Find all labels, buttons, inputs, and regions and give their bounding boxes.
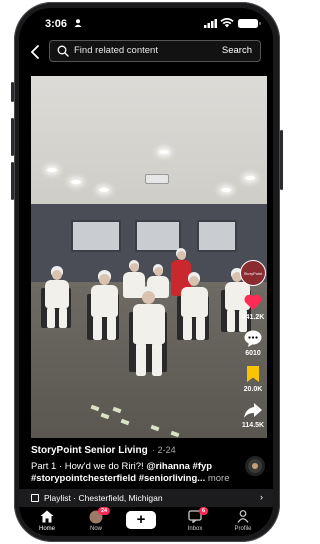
- author-name[interactable]: StoryPoint Senior Living: [31, 445, 148, 456]
- share-count: 114.5K: [241, 422, 265, 429]
- wifi-icon: [220, 18, 234, 28]
- like-count: 441.2K: [241, 314, 265, 321]
- heart-icon[interactable]: [243, 292, 263, 312]
- caption-tags-2[interactable]: #storypointchesterfield #seniorliving...: [31, 473, 205, 484]
- creator-avatar-text: StoryPoint: [243, 271, 263, 276]
- power-button: [280, 130, 283, 190]
- nav-home-label: Home: [38, 526, 55, 532]
- caption-line1: Part 1 · How'd we do Riri?!: [31, 461, 147, 472]
- bookmark-icon[interactable]: [243, 364, 263, 384]
- wall-window: [135, 220, 181, 252]
- phone-screen: 3:06 Find related content Search StoryPo…: [19, 8, 273, 536]
- comment-count: 6010: [245, 350, 261, 357]
- nav-now-label: Now: [89, 526, 102, 532]
- ceiling-light: [221, 188, 231, 192]
- creator-avatar[interactable]: StoryPoint: [240, 260, 266, 286]
- music-disc-icon[interactable]: [245, 456, 265, 476]
- ceiling-light: [159, 150, 169, 154]
- person-icon: [74, 19, 82, 27]
- video-ceiling: [31, 76, 267, 204]
- volume-up-button: [11, 118, 14, 156]
- status-bar: 3:06: [19, 8, 273, 36]
- search-placeholder: Find related content: [74, 45, 158, 56]
- caption-header: StoryPoint Senior Living · 2-24: [31, 440, 241, 458]
- search-icon: [57, 45, 69, 57]
- caption-tags-1[interactable]: @rihanna #fyp: [146, 461, 212, 472]
- bottom-nav: Home 24 Now + 6 Inbox Profile: [19, 507, 273, 536]
- nav-inbox-label: Inbox: [187, 526, 203, 532]
- video-player[interactable]: [31, 76, 267, 438]
- wall-window: [71, 220, 121, 252]
- video-caption: StoryPoint Senior Living · 2-24 Part 1 ·…: [31, 440, 241, 485]
- wall-window: [197, 220, 237, 252]
- caption-text: Part 1 · How'd we do Riri?! @rihanna #fy…: [31, 461, 241, 485]
- nav-profile-label: Profile: [234, 526, 252, 532]
- volume-down-button: [11, 162, 14, 200]
- battery-icon: [238, 19, 261, 28]
- ceiling-light: [71, 180, 81, 184]
- nav-profile[interactable]: Profile: [223, 510, 263, 532]
- ceiling-light: [99, 188, 109, 192]
- now-badge: 24: [98, 507, 111, 515]
- profile-icon: [237, 510, 249, 523]
- playlist-label: Playlist · Chesterfield, Michigan: [44, 493, 163, 503]
- projector: [145, 174, 169, 184]
- ceiling-light: [245, 176, 255, 180]
- create-button[interactable]: +: [123, 511, 159, 529]
- save-count: 20.0K: [243, 386, 263, 393]
- nav-now[interactable]: 24 Now: [76, 507, 116, 532]
- comment-icon[interactable]: [243, 328, 263, 348]
- share-icon[interactable]: [243, 400, 263, 420]
- playlist-bar[interactable]: Playlist · Chesterfield, Michigan ›: [19, 489, 273, 507]
- post-date: · 2-24: [152, 445, 176, 455]
- ceiling-light: [47, 168, 57, 172]
- nav-inbox[interactable]: 6 Inbox: [175, 507, 215, 532]
- plus-icon: +: [126, 511, 156, 529]
- chevron-right-icon: ›: [260, 492, 263, 502]
- mute-switch: [11, 82, 14, 102]
- nav-home[interactable]: Home: [27, 510, 67, 532]
- more-link[interactable]: more: [208, 473, 230, 484]
- home-icon: [40, 510, 54, 523]
- search-input[interactable]: Find related content Search: [49, 40, 261, 62]
- signal-icon: [204, 19, 217, 28]
- playlist-icon: [31, 494, 39, 502]
- search-button[interactable]: Search: [222, 45, 252, 56]
- search-row: Find related content Search: [19, 40, 273, 64]
- status-time: 3:06: [45, 18, 68, 30]
- back-arrow-icon[interactable]: [29, 44, 43, 60]
- inbox-badge: 6: [199, 507, 209, 515]
